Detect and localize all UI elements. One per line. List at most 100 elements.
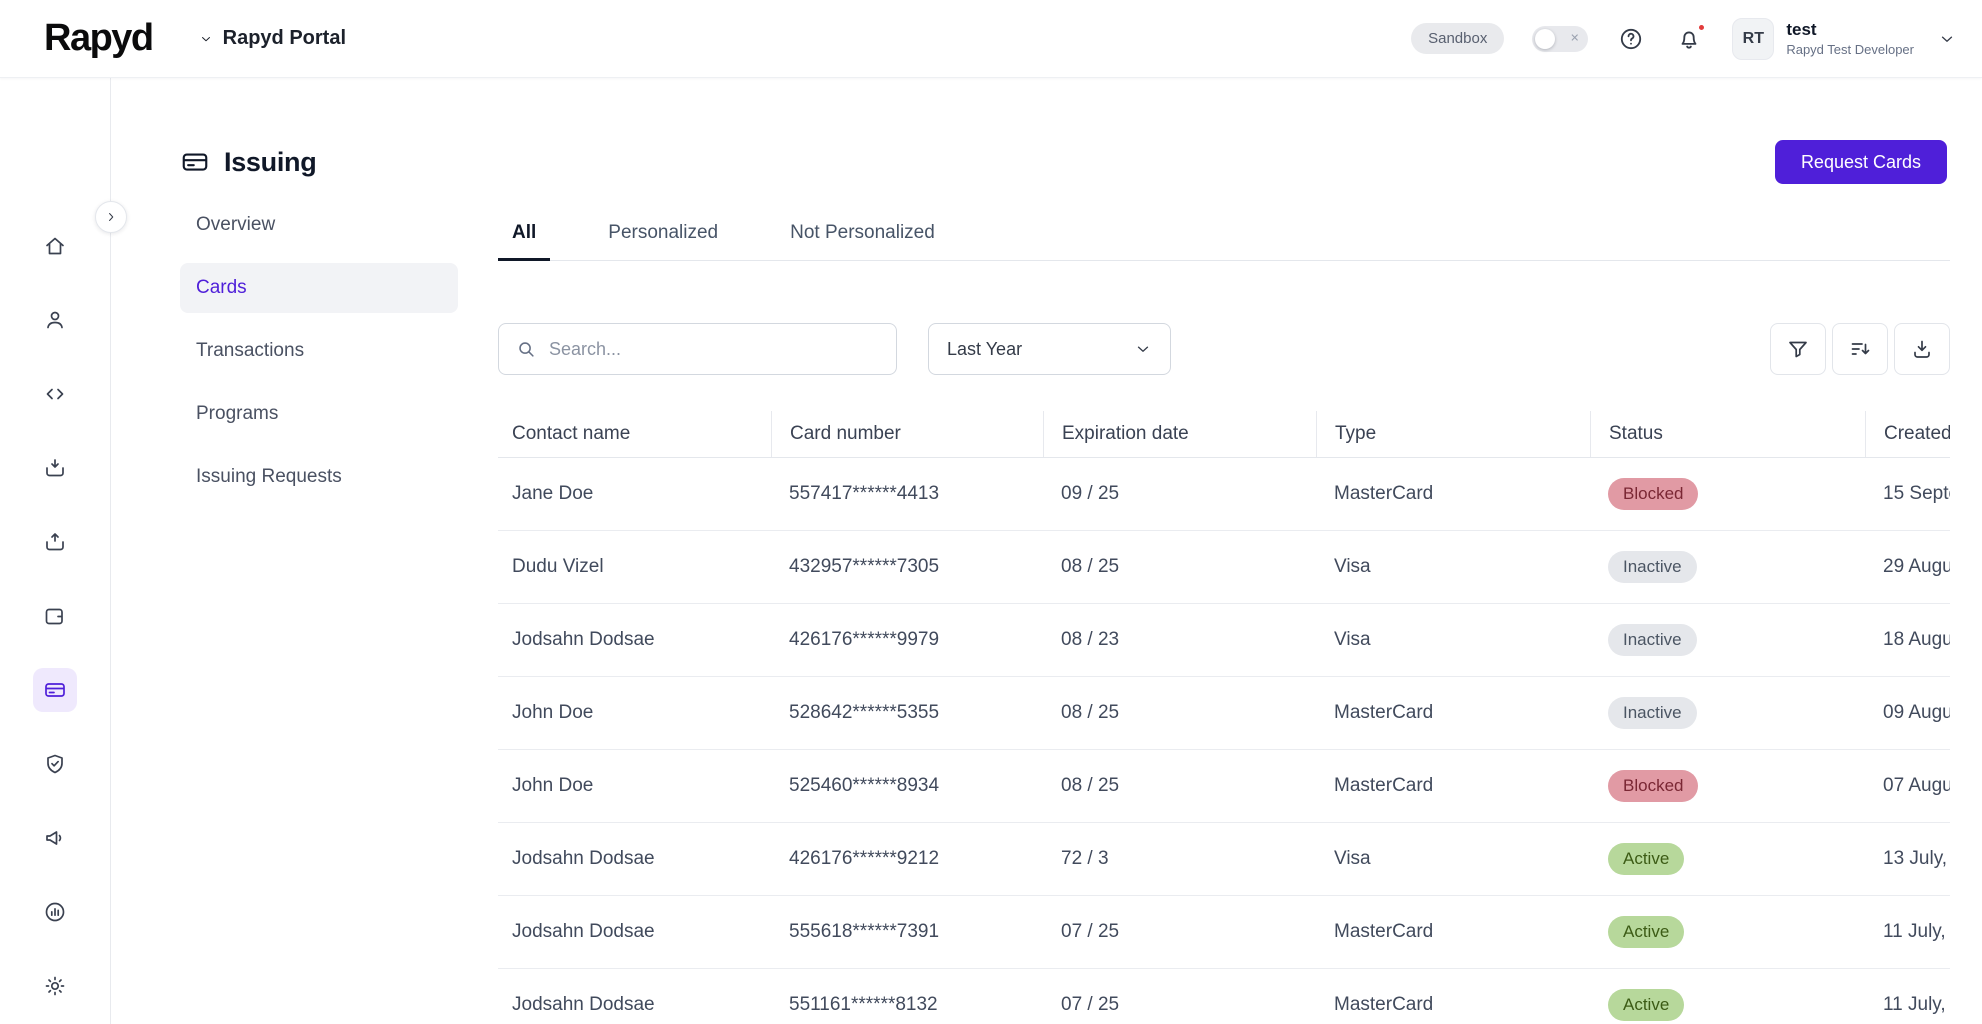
table-row[interactable]: Jodsahn Dodsae555618******739107 / 25Mas… — [498, 896, 1950, 969]
issuing-card-icon — [43, 678, 67, 702]
table-tools — [1770, 323, 1950, 375]
help-icon — [1618, 26, 1644, 52]
filter-button[interactable] — [1770, 323, 1826, 375]
top-bar: Rapyd Rapyd Portal Sandbox ✕ RT test Rap… — [0, 0, 1982, 78]
sidebar-expand-button[interactable] — [95, 201, 127, 233]
sandbox-badge: Sandbox — [1411, 23, 1504, 54]
sidebar-item-home[interactable] — [33, 224, 77, 268]
table-row[interactable]: Jane Doe557417******441309 / 25MasterCar… — [498, 458, 1950, 531]
table-row[interactable]: Jodsahn Dodsae426176******921272 / 3Visa… — [498, 823, 1950, 896]
column-header: Card number — [771, 411, 1043, 457]
date-range-select[interactable]: Last Year — [928, 323, 1171, 375]
home-icon — [43, 234, 67, 258]
sidebar-item-compliance[interactable] — [33, 742, 77, 786]
cell-created: 29 Augu — [1865, 531, 1950, 603]
tab-not-personalized[interactable]: Not Personalized — [776, 212, 949, 260]
column-header: Contact name — [498, 411, 771, 457]
sidebar-item-settings[interactable] — [33, 964, 77, 1008]
status-badge: Inactive — [1608, 551, 1697, 583]
cell-type: Visa — [1316, 531, 1590, 603]
chevron-down-icon — [1134, 340, 1152, 358]
notifications-button[interactable] — [1674, 24, 1704, 54]
cell-expiration-date: 08 / 25 — [1043, 750, 1316, 822]
cell-type: Visa — [1316, 823, 1590, 895]
date-range-value: Last Year — [947, 339, 1022, 360]
cell-status: Active — [1590, 969, 1865, 1024]
issuing-menu-transactions[interactable]: Transactions — [180, 326, 458, 376]
cards-panel: All Personalized Not Personalized Last Yea… — [498, 200, 1950, 1024]
request-cards-button[interactable]: Request Cards — [1775, 140, 1947, 184]
cell-status: Inactive — [1590, 531, 1865, 603]
sandbox-toggle[interactable]: ✕ — [1532, 26, 1588, 52]
status-badge: Active — [1608, 843, 1684, 875]
settings-gear-icon — [43, 974, 67, 998]
sidebar-item-developers[interactable] — [33, 372, 77, 416]
issuing-menu-cards[interactable]: Cards — [180, 263, 458, 313]
sidebar-item-wallet[interactable] — [33, 594, 77, 638]
cell-type: MasterCard — [1316, 896, 1590, 968]
cell-card-number: 557417******4413 — [771, 458, 1043, 530]
cell-status: Inactive — [1590, 604, 1865, 676]
user-menu-button[interactable] — [1936, 28, 1958, 50]
sort-icon — [1848, 337, 1872, 361]
cell-created: 13 July, — [1865, 823, 1950, 895]
chevron-down-icon — [199, 32, 213, 46]
cell-card-number: 528642******5355 — [771, 677, 1043, 749]
sort-button[interactable] — [1832, 323, 1888, 375]
issuing-menu-issuing-requests[interactable]: Issuing Requests — [180, 452, 458, 502]
help-button[interactable] — [1616, 24, 1646, 54]
status-badge: Blocked — [1608, 770, 1698, 802]
page-header: Issuing Request Cards — [180, 140, 1947, 184]
cell-type: MasterCard — [1316, 969, 1590, 1024]
cell-card-number: 551161******8132 — [771, 969, 1043, 1024]
sidebar-item-reports[interactable] — [33, 890, 77, 934]
user-name: test — [1786, 20, 1914, 40]
disburse-icon — [43, 530, 67, 554]
status-badge: Active — [1608, 916, 1684, 948]
cell-contact-name: Jodsahn Dodsae — [498, 969, 771, 1024]
user-role: Rapyd Test Developer — [1786, 42, 1914, 58]
avatar[interactable]: RT — [1732, 18, 1774, 60]
table-toolbar: Last Year — [498, 323, 1950, 375]
filter-icon — [1786, 337, 1810, 361]
issuing-menu-overview[interactable]: Overview — [180, 200, 458, 250]
sidebar-item-announcements[interactable] — [33, 816, 77, 860]
search-icon — [515, 338, 537, 360]
cell-contact-name: Jane Doe — [498, 458, 771, 530]
table-body: Jane Doe557417******441309 / 25MasterCar… — [498, 458, 1950, 1024]
sidebar-item-disburse[interactable] — [33, 520, 77, 564]
cell-created: 11 July, — [1865, 969, 1950, 1024]
sidebar-item-collect[interactable] — [33, 446, 77, 490]
cell-status: Active — [1590, 823, 1865, 895]
cell-contact-name: John Doe — [498, 750, 771, 822]
tab-all[interactable]: All — [498, 212, 550, 260]
portal-switcher[interactable]: Rapyd Portal — [199, 27, 346, 50]
table-row[interactable]: John Doe525460******893408 / 25MasterCar… — [498, 750, 1950, 823]
toggle-knob — [1535, 29, 1555, 49]
search-box — [498, 323, 897, 375]
table-row[interactable]: Jodsahn Dodsae551161******813207 / 25Mas… — [498, 969, 1950, 1024]
sidebar-item-clients[interactable] — [33, 298, 77, 342]
status-badge: Inactive — [1608, 624, 1697, 656]
search-input[interactable] — [549, 339, 880, 360]
main-content: Issuing Request Cards Overview Cards Trans… — [111, 78, 1982, 1024]
cell-type: Visa — [1316, 604, 1590, 676]
cell-created: 09 Augu — [1865, 677, 1950, 749]
download-icon — [1910, 337, 1934, 361]
sidebar-item-issuing[interactable] — [33, 668, 77, 712]
cell-expiration-date: 08 / 23 — [1043, 604, 1316, 676]
table-row[interactable]: Jodsahn Dodsae426176******997908 / 23Vis… — [498, 604, 1950, 677]
clients-icon — [43, 308, 67, 332]
cell-type: MasterCard — [1316, 750, 1590, 822]
column-header: Created — [1865, 411, 1950, 457]
cell-type: MasterCard — [1316, 458, 1590, 530]
cell-contact-name: Jodsahn Dodsae — [498, 896, 771, 968]
cell-status: Blocked — [1590, 750, 1865, 822]
cell-contact-name: Jodsahn Dodsae — [498, 823, 771, 895]
issuing-menu-programs[interactable]: Programs — [180, 389, 458, 439]
tab-personalized[interactable]: Personalized — [594, 212, 732, 260]
cell-card-number: 432957******7305 — [771, 531, 1043, 603]
table-row[interactable]: Dudu Vizel432957******730508 / 25VisaIna… — [498, 531, 1950, 604]
table-row[interactable]: John Doe528642******535508 / 25MasterCar… — [498, 677, 1950, 750]
download-button[interactable] — [1894, 323, 1950, 375]
